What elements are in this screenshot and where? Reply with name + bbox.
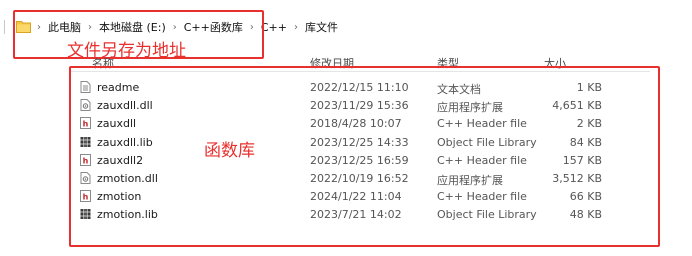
file-type: 应用程序扩展	[437, 101, 503, 115]
file-size: 1 KB	[576, 81, 602, 94]
file-modified-date: 2023/12/25 16:59	[310, 153, 409, 167]
file-modified-date: 2023/7/21 14:02	[310, 208, 402, 222]
file-name: readme	[97, 81, 140, 94]
file-row[interactable]: h zauxdll 2018/4/28 10:07 C++ Header file 2 …	[80, 115, 640, 133]
dll-file-icon	[80, 172, 91, 184]
file-name: zmotion.lib	[97, 208, 158, 222]
file-row[interactable]: readme 2022/12/15 11:10 文本文档 1 KB	[80, 79, 640, 97]
file-type: 文本文档	[437, 83, 481, 96]
address-bar-divider	[4, 20, 11, 34]
text-file-icon	[80, 81, 91, 93]
file-type: Object File Library	[437, 208, 537, 222]
chevron-right-icon[interactable]: ›	[290, 22, 302, 33]
file-modified-date: 2023/11/29 15:36	[310, 99, 409, 113]
file-size: 48 KB	[569, 208, 602, 222]
file-row[interactable]: h zmotion 2024/1/22 11:04 C++ Header file 66…	[80, 188, 640, 206]
file-modified-date: 2022/12/15 11:10	[310, 81, 409, 94]
file-modified-date: 2024/1/22 11:04	[310, 190, 402, 204]
file-type: Object File Library	[437, 135, 537, 149]
file-modified-date: 2022/10/19 16:52	[310, 172, 409, 185]
file-size: 84 KB	[569, 135, 602, 149]
file-row[interactable]: zauxdll.dll 2023/11/29 15:36 应用程序扩展 4,651 K…	[80, 97, 640, 115]
file-row[interactable]: zmotion.lib 2023/7/21 14:02 Object File Li…	[80, 206, 640, 224]
file-type: C++ Header file	[437, 190, 527, 204]
file-modified-date: 2023/12/25 14:33	[310, 135, 409, 149]
header-file-icon: h	[80, 190, 91, 203]
header-file-icon: h	[80, 117, 91, 130]
file-size: 3,512 KB	[552, 172, 602, 185]
file-size: 66 KB	[569, 190, 602, 204]
address-annotation-label: 文件另存为地址	[67, 41, 186, 61]
file-name: zauxdll.dll	[97, 99, 153, 113]
file-modified-date: 2018/4/28 10:07	[310, 117, 402, 131]
file-name: zauxdll.lib	[97, 135, 153, 149]
file-row[interactable]: zmotion.dll 2022/10/19 16:52 应用程序扩展 3,512 K…	[80, 170, 640, 188]
breadcrumb-item-library-files[interactable]: 库文件	[302, 19, 341, 35]
file-name: zauxdll2	[97, 153, 144, 167]
lib-file-icon	[80, 208, 91, 220]
file-type: C++ Header file	[437, 153, 527, 167]
file-size: 2 KB	[576, 117, 602, 131]
file-name: zmotion.dll	[97, 172, 158, 185]
dll-file-icon	[80, 99, 91, 112]
file-row[interactable]: zauxdll.lib 2023/12/25 14:33 Object File L…	[80, 134, 640, 152]
file-name: zauxdll	[97, 117, 137, 131]
file-name: zmotion	[97, 190, 142, 204]
header-file-icon: h	[80, 153, 91, 166]
svg-text:h: h	[83, 120, 89, 129]
file-type: 应用程序扩展	[437, 174, 503, 187]
lib-file-icon	[80, 136, 91, 148]
file-type: C++ Header file	[437, 117, 527, 131]
svg-text:h: h	[83, 156, 89, 165]
file-size: 4,651 KB	[552, 99, 602, 113]
svg-text:h: h	[83, 193, 89, 202]
file-row[interactable]: h zauxdll2 2023/12/25 16:59 C++ Header file…	[80, 152, 640, 170]
file-size: 157 KB	[562, 153, 602, 167]
